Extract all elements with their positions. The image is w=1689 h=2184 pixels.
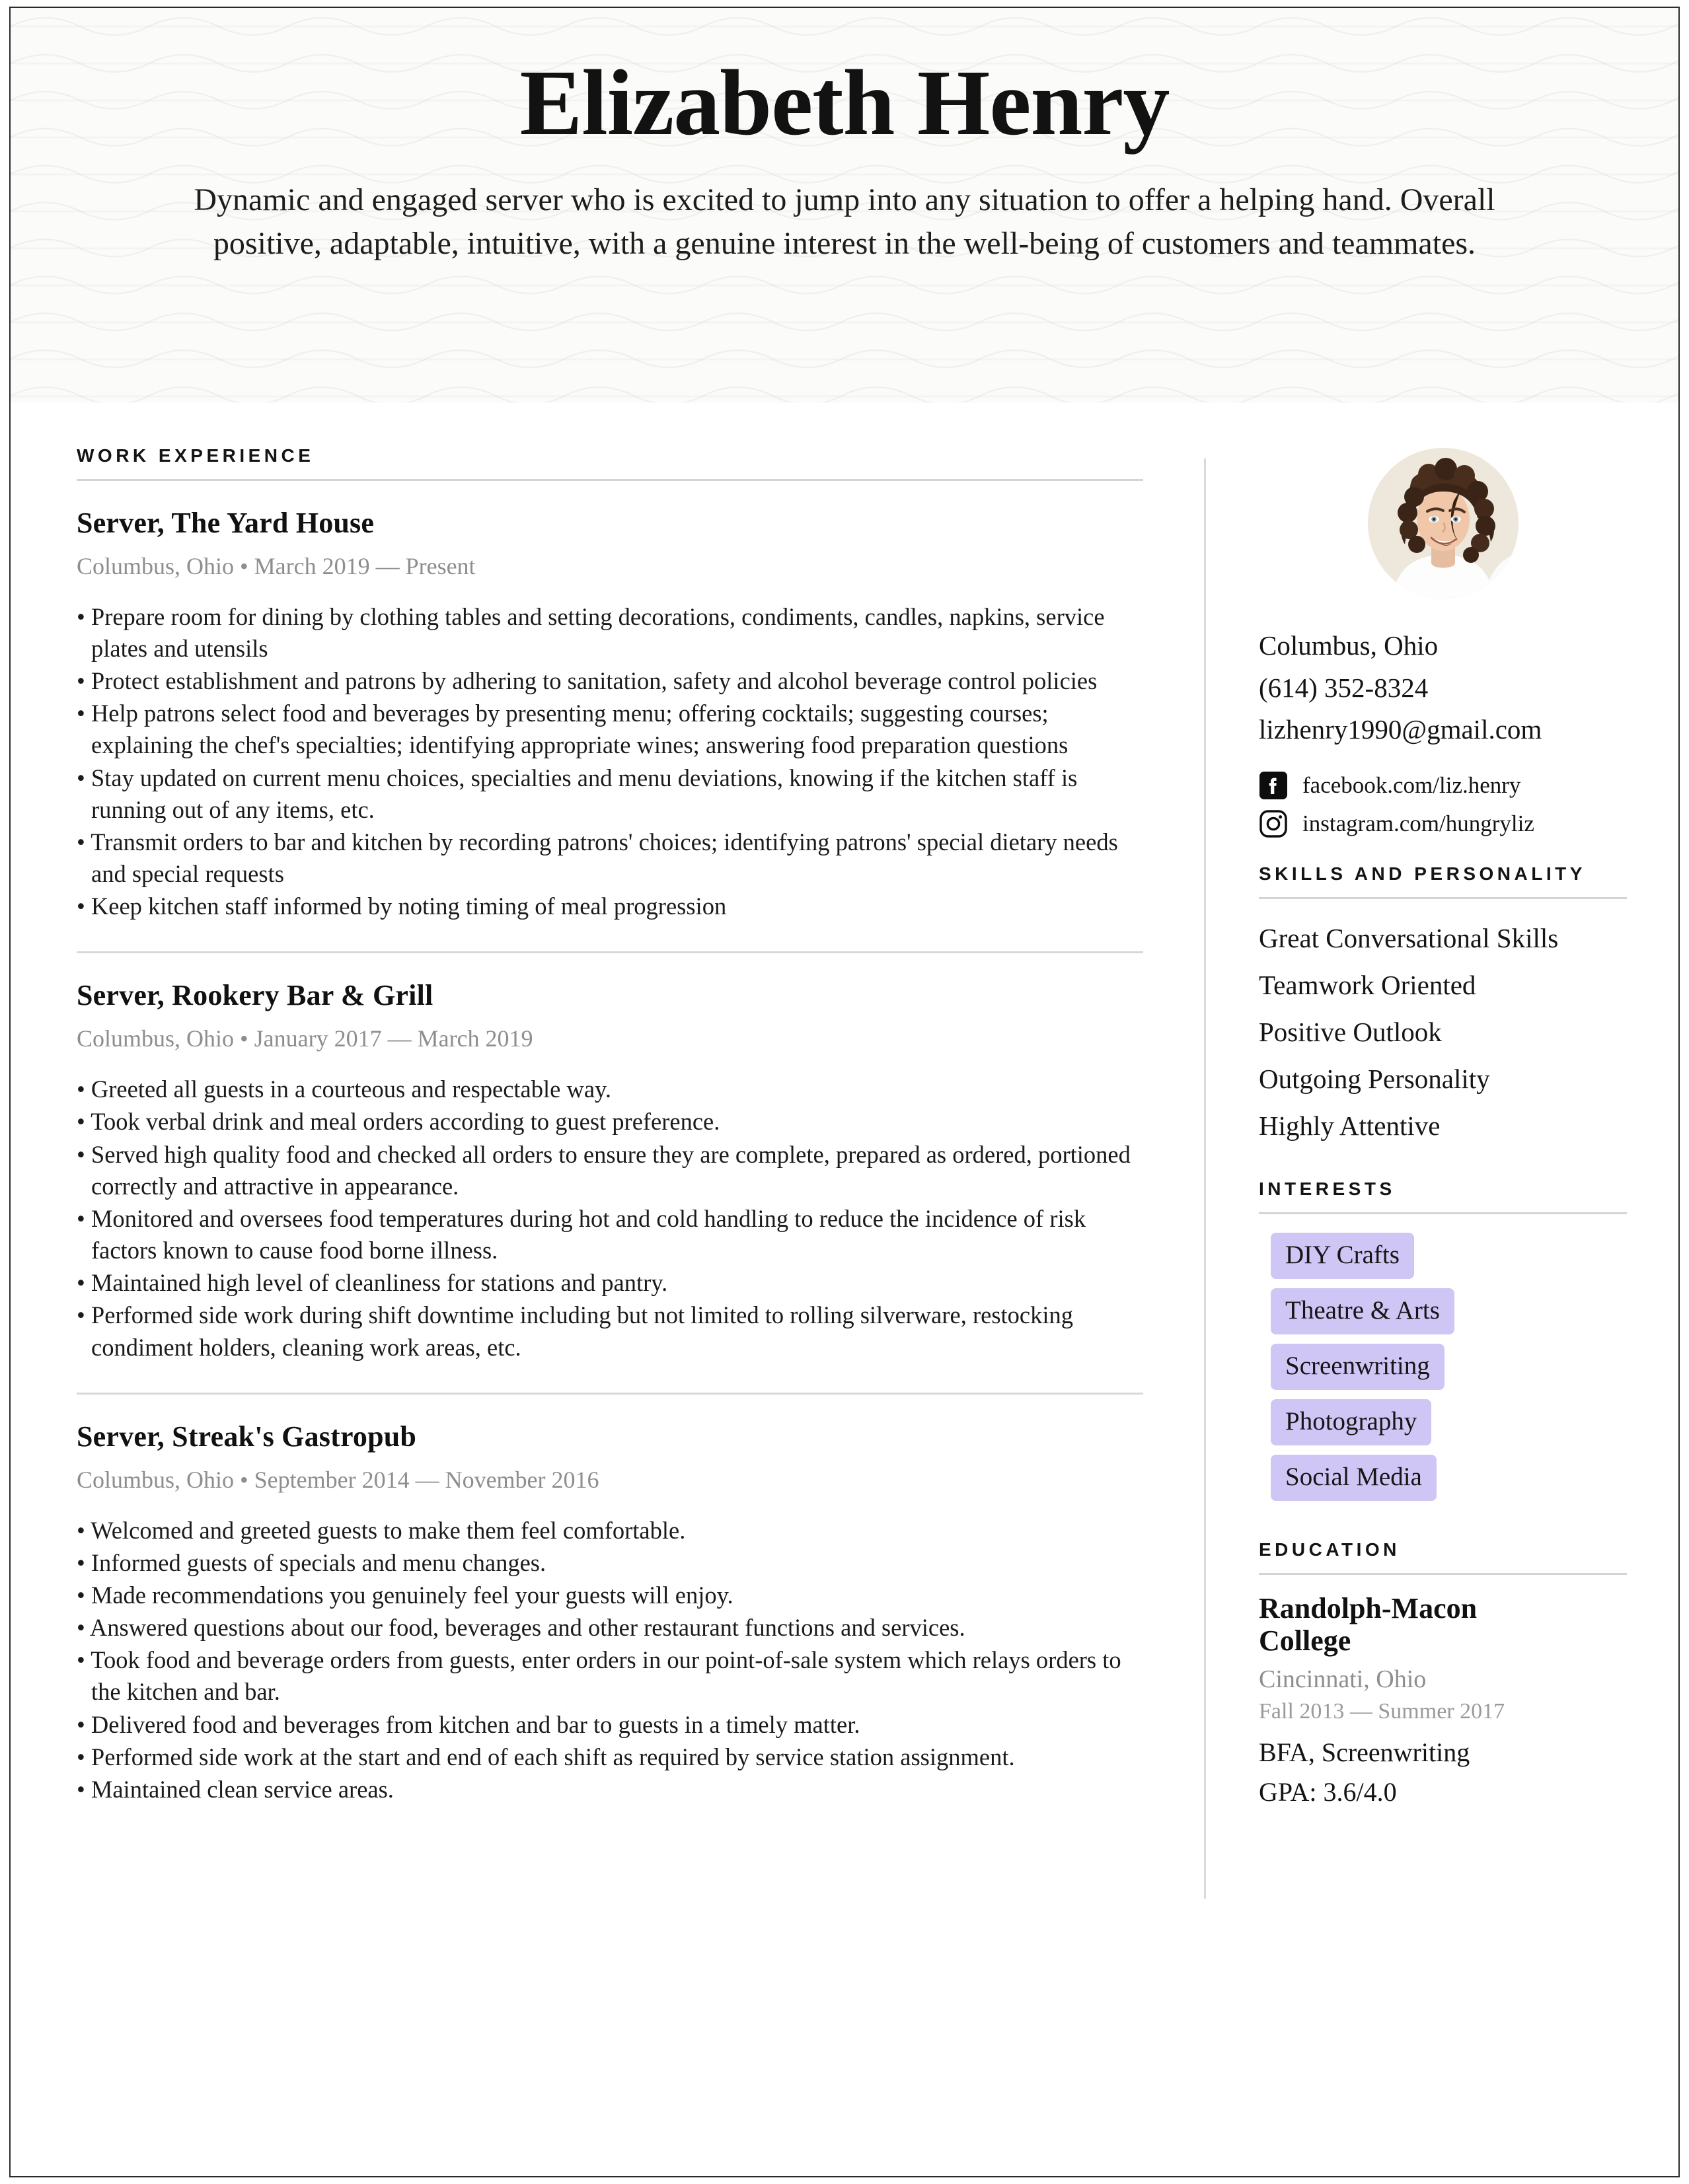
job-title: Server, Rookery Bar & Grill xyxy=(77,979,433,1012)
section-heading-education: EDUCATION xyxy=(1259,1539,1400,1560)
job-bullet: • Took verbal drink and meal orders acco… xyxy=(77,1108,720,1136)
job-bullet: • Stay updated on current menu choices, … xyxy=(77,764,1078,823)
contact-email[interactable]: lizhenry1990@gmail.com xyxy=(1259,709,1627,751)
job-meta: Columbus, Ohio • September 2014 — Novemb… xyxy=(77,1466,599,1493)
job-bullet: • Delivered food and beverages from kitc… xyxy=(77,1710,860,1738)
job-meta: Columbus, Ohio • January 2017 — March 20… xyxy=(77,1025,533,1052)
section-heading-skills: SKILLS AND PERSONALITY xyxy=(1259,863,1586,884)
social-link-facebook[interactable]: facebook.com/liz.henry xyxy=(1259,771,1627,800)
job-bullet: • Performed side work during shift downt… xyxy=(77,1301,1074,1361)
interest-tag: Social Media xyxy=(1271,1454,1437,1501)
job-meta: Columbus, Ohio • March 2019 — Present xyxy=(77,552,476,579)
education-place: Cincinnati, Ohio xyxy=(1259,1665,1427,1694)
section-heading-interests: INTERESTS xyxy=(1259,1178,1396,1199)
contact-block: Columbus, Ohio (614) 352-8324 lizhenry19… xyxy=(1259,625,1627,751)
job-bullet: • Answered questions about our food, bev… xyxy=(77,1614,965,1642)
job-bullet: • Transmit orders to bar and kitchen by … xyxy=(77,828,1118,888)
job-bullet: • Maintained high level of cleanliness f… xyxy=(77,1269,668,1297)
contact-location: Columbus, Ohio xyxy=(1259,630,1439,661)
interest-tag-list: DIY Crafts Theatre & Arts Screenwriting … xyxy=(1259,1232,1627,1510)
education-entry: Randolph-Macon College Cincinnati, Ohio … xyxy=(1259,1592,1627,1808)
avatar xyxy=(1367,448,1519,599)
resume-body: WORK EXPERIENCE Server, The Yard House C… xyxy=(11,403,1678,2176)
section-rule xyxy=(1259,1572,1627,1575)
job-bullet: • Keep kitchen staff informed by noting … xyxy=(77,892,727,920)
education-dates: Fall 2013 — Summer 2017 xyxy=(1259,1698,1505,1724)
section-heading-work: WORK EXPERIENCE xyxy=(77,445,315,466)
section-work-experience: WORK EXPERIENCE xyxy=(77,444,1143,481)
skill-list: Great Conversational Skills Teamwork Ori… xyxy=(1259,915,1627,1149)
section-skills: SKILLS AND PERSONALITY Great Conversatio… xyxy=(1259,862,1627,1149)
social-links: facebook.com/liz.henry instagram.com/hun… xyxy=(1259,771,1627,838)
education-gpa: GPA: 3.6/4.0 xyxy=(1259,1776,1397,1807)
job-bullet: • Made recommendations you genuinely fee… xyxy=(77,1581,733,1609)
job-bullet: • Took food and beverage orders from gue… xyxy=(77,1646,1121,1706)
social-label-facebook: facebook.com/liz.henry xyxy=(1302,772,1521,798)
portrait-photo-illustration xyxy=(1367,448,1519,599)
skill-item: Outgoing Personality xyxy=(1259,1063,1490,1094)
job-bullet: • Prepare room for dining by clothing ta… xyxy=(77,602,1105,662)
interest-tag: Photography xyxy=(1271,1399,1432,1445)
instagram-icon xyxy=(1259,809,1288,838)
job-bullet: • Greeted all guests in a courteous and … xyxy=(77,1075,612,1103)
job-entry: Server, Rookery Bar & Grill Columbus, Oh… xyxy=(77,953,1143,1395)
job-title: Server, Streak's Gastropub xyxy=(77,1420,417,1453)
skill-item: Highly Attentive xyxy=(1259,1110,1441,1141)
contact-phone[interactable]: (614) 352-8324 xyxy=(1259,667,1627,710)
section-education: EDUCATION Randolph-Macon College Cincinn… xyxy=(1259,1538,1627,1808)
job-bullet: • Performed side work at the start and e… xyxy=(77,1743,1015,1770)
job-entry: Server, Streak's Gastropub Columbus, Ohi… xyxy=(77,1395,1143,1805)
skill-item: Great Conversational Skills xyxy=(1259,922,1559,953)
page-title: Elizabeth Henry xyxy=(519,50,1170,155)
job-bullets: • Welcomed and greeted guests to make th… xyxy=(77,1515,1143,1806)
job-entry: Server, The Yard House Columbus, Ohio • … xyxy=(77,481,1143,954)
main-column: WORK EXPERIENCE Server, The Yard House C… xyxy=(11,444,1204,1806)
social-link-instagram[interactable]: instagram.com/hungryliz xyxy=(1259,809,1627,838)
resume-page: Elizabeth Henry Dynamic and engaged serv… xyxy=(9,7,1680,2177)
job-bullet: • Monitored and oversees food temperatur… xyxy=(77,1204,1086,1264)
section-rule xyxy=(1259,896,1627,899)
job-title: Server, The Yard House xyxy=(77,506,375,539)
section-interests: INTERESTS DIY Crafts Theatre & Arts Scre… xyxy=(1259,1177,1627,1510)
section-rule xyxy=(1259,1212,1627,1214)
resume-header: Elizabeth Henry Dynamic and engaged serv… xyxy=(11,8,1678,403)
interest-tag: Screenwriting xyxy=(1271,1343,1445,1390)
job-bullet: • Served high quality food and checked a… xyxy=(77,1140,1131,1200)
job-bullet: • Maintained clean service areas. xyxy=(77,1775,394,1803)
facebook-icon xyxy=(1259,771,1288,800)
education-degree: BFA, Screenwriting xyxy=(1259,1737,1470,1767)
profile-summary: Dynamic and engaged server who is excite… xyxy=(194,182,1495,262)
skill-item: Positive Outlook xyxy=(1259,1016,1442,1047)
interest-tag: DIY Crafts xyxy=(1271,1232,1414,1279)
avatar-wrapper xyxy=(1259,444,1627,599)
interest-tag: Theatre & Arts xyxy=(1271,1288,1454,1334)
education-school: Randolph-Macon College xyxy=(1259,1591,1478,1657)
job-bullet: • Welcomed and greeted guests to make th… xyxy=(77,1516,686,1544)
sidebar-column: Columbus, Ohio (614) 352-8324 lizhenry19… xyxy=(1206,444,1678,1808)
job-bullet: • Protect establishment and patrons by a… xyxy=(77,667,1098,695)
skill-item: Teamwork Oriented xyxy=(1259,969,1476,1000)
job-bullets: • Prepare room for dining by clothing ta… xyxy=(77,601,1143,923)
job-bullets: • Greeted all guests in a courteous and … xyxy=(77,1074,1143,1364)
job-bullet: • Informed guests of specials and menu c… xyxy=(77,1548,546,1576)
social-label-instagram: instagram.com/hungryliz xyxy=(1302,810,1534,836)
job-bullet: • Help patrons select food and beverages… xyxy=(77,700,1069,759)
